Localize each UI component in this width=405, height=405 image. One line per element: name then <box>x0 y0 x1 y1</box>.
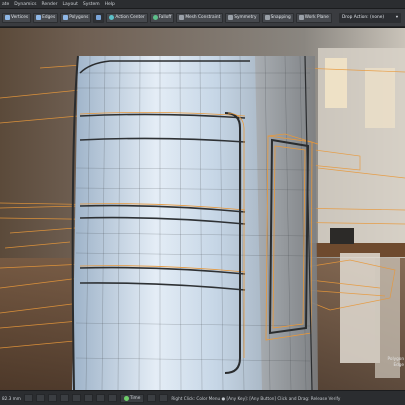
time-step-button[interactable] <box>147 394 157 402</box>
drop-action-select[interactable]: Drop Action: (none) ▾ <box>339 12 401 23</box>
action-center-button[interactable]: Action Center <box>106 12 148 23</box>
time-status-icon <box>123 395 129 401</box>
menu-item-render[interactable]: Render <box>42 2 63 7</box>
coordinate-readout: 82.3 mm <box>2 395 21 401</box>
falloff-icon <box>152 15 158 20</box>
vertices-icon <box>5 15 10 20</box>
symmetry-button[interactable]: Symmetry <box>225 12 260 23</box>
action-center-icon <box>109 15 115 20</box>
edges-icon <box>36 15 42 20</box>
mesh-constraint-button[interactable]: Mesh Constraint <box>176 12 224 23</box>
snapping-label: Snapping <box>270 15 291 20</box>
status-slot-button-5[interactable] <box>71 394 81 402</box>
time-step-button-2[interactable] <box>159 394 169 402</box>
drop-action-label: Drop Action: (none) <box>342 15 385 20</box>
item-mode-button[interactable] <box>93 12 105 23</box>
status-slot-button-2[interactable] <box>35 394 45 402</box>
status-slot-button-6[interactable] <box>83 394 93 402</box>
3d-viewport[interactable]: Polygon Edge <box>0 28 405 390</box>
work-plane-label: Work Plane <box>304 15 329 20</box>
chevron-down-icon: ▾ <box>395 15 398 20</box>
input-hint: Right Click: Color Menu ● [Any Key]: [An… <box>171 395 341 401</box>
viewport-render <box>0 28 405 390</box>
viewport-side-label-edge: Edge <box>393 362 404 367</box>
vertices-button[interactable]: Vertices <box>2 12 32 23</box>
status-slot-button-3[interactable] <box>47 394 57 402</box>
snapping-icon <box>264 15 270 20</box>
menu-bar: ate Dynamics Render Layout System Help <box>0 0 405 9</box>
vertices-label: Vertices <box>11 15 29 20</box>
menu-item-system[interactable]: System <box>83 2 105 7</box>
action-center-label: Action Center <box>115 15 145 20</box>
symmetry-label: Symmetry <box>234 15 257 20</box>
time-label: Time <box>129 395 141 401</box>
time-toggle[interactable]: Time <box>119 393 145 403</box>
polygons-button[interactable]: Polygons <box>60 12 92 23</box>
work-plane-icon <box>298 15 304 20</box>
menu-item-edit[interactable]: ate <box>2 2 14 7</box>
mesh-constraint-icon <box>179 15 185 20</box>
status-slot-button-4[interactable] <box>59 394 69 402</box>
viewport-side-info: Polygon Edge <box>388 356 404 368</box>
menu-item-help[interactable]: Help <box>105 2 120 7</box>
polygons-icon <box>63 15 69 20</box>
falloff-label: Falloff <box>158 15 172 20</box>
edges-label: Edges <box>42 15 56 20</box>
mesh-constraint-label: Mesh Constraint <box>185 15 221 20</box>
item-mode-icon <box>96 15 102 20</box>
snapping-button[interactable]: Snapping <box>261 12 294 23</box>
polygons-label: Polygons <box>69 15 89 20</box>
edges-button[interactable]: Edges <box>33 12 59 23</box>
symmetry-icon <box>228 15 234 20</box>
menu-item-layout[interactable]: Layout <box>63 2 83 7</box>
status-slot-button-8[interactable] <box>107 394 117 402</box>
falloff-button[interactable]: Falloff <box>149 12 175 23</box>
status-bar: 82.3 mm Time Right Click: Color Menu ● [… <box>0 390 405 405</box>
toolbar: Vertices Edges Polygons Action Center Fa… <box>0 9 405 27</box>
status-slot-button-7[interactable] <box>95 394 105 402</box>
status-slot-button[interactable] <box>23 394 33 402</box>
menu-item-dynamics[interactable]: Dynamics <box>14 2 41 7</box>
work-plane-button[interactable]: Work Plane <box>295 12 332 23</box>
